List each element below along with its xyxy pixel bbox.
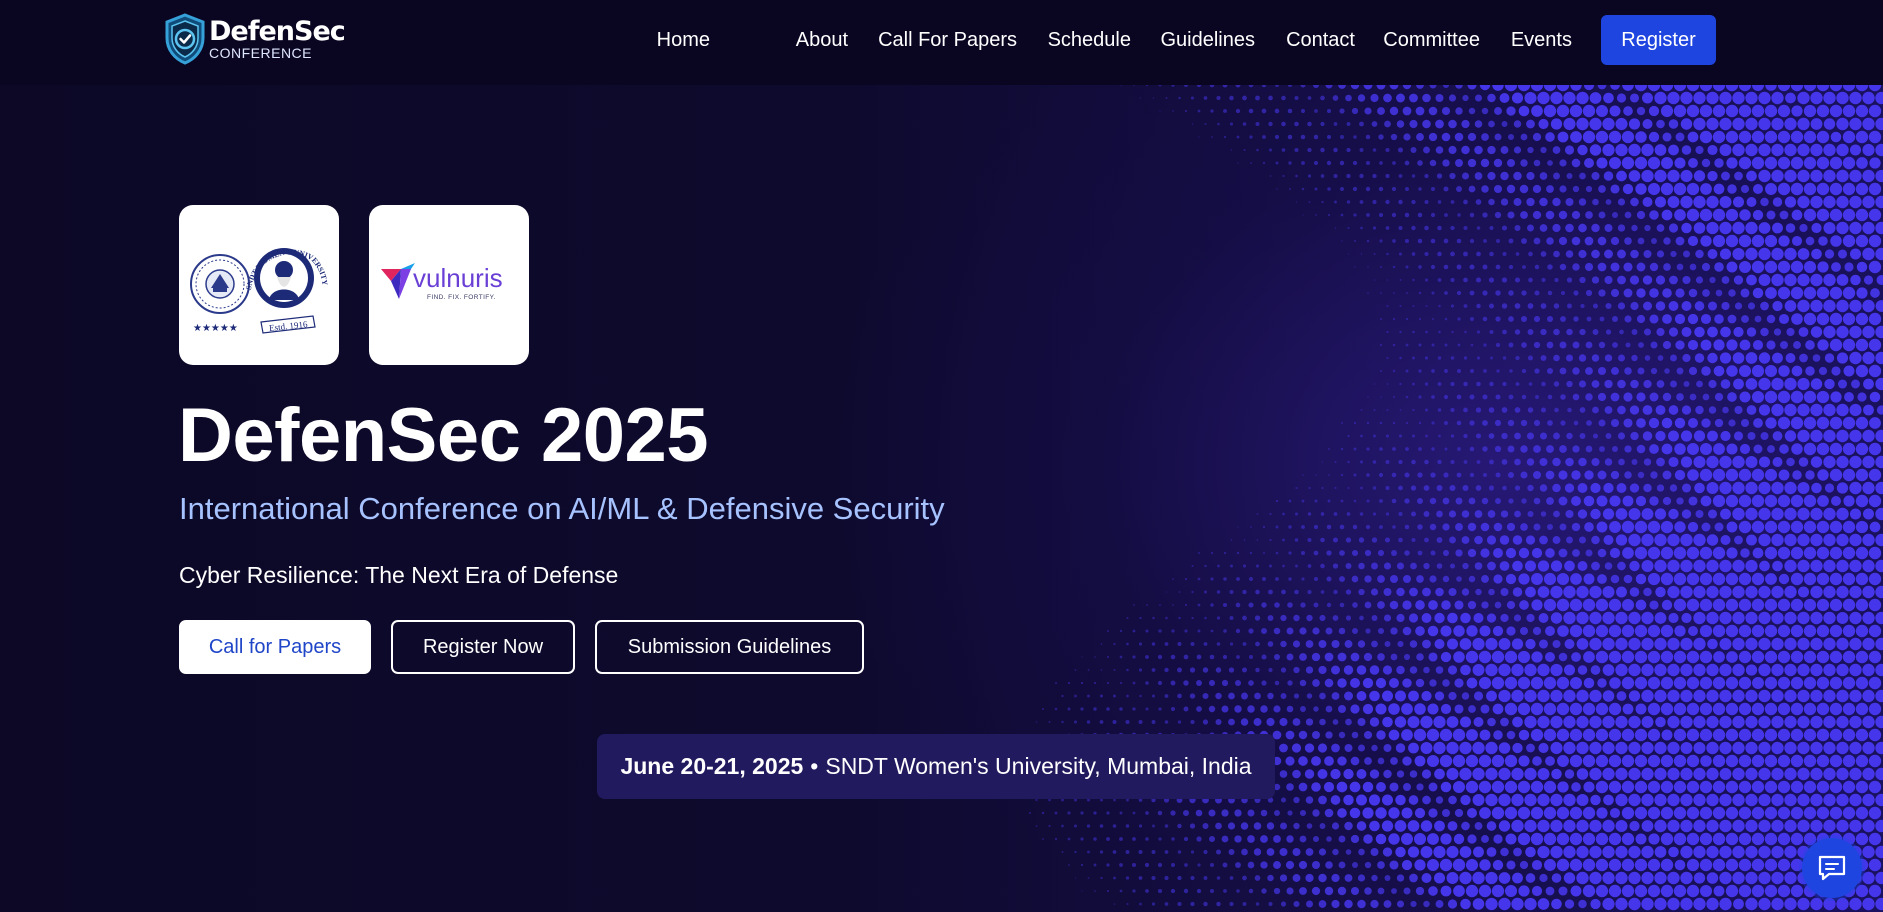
nav-contact[interactable]: Contact [1286, 29, 1355, 52]
vulnuris-emblem: vulnuris FIND. FIX. FORTIFY. [381, 263, 503, 301]
sndt-university-logo: SNDT WOMEN'S UNIVERSITY ★★★★★ Estd. 1916 [179, 205, 339, 365]
vulnuris-name: vulnuris [413, 263, 503, 293]
chat-bubble-icon [1818, 855, 1846, 881]
svg-text:★★★★★: ★★★★★ [193, 323, 238, 334]
register-now-button[interactable]: Register Now [391, 620, 575, 674]
nav-guidelines[interactable]: Guidelines [1160, 29, 1255, 52]
brand-name: DefenSec [209, 16, 346, 47]
shield-check-icon [165, 13, 205, 65]
nav-events[interactable]: Events [1511, 29, 1572, 52]
page-title: DefenSec 2025 [178, 393, 709, 478]
nav-committee[interactable]: Committee [1383, 29, 1480, 52]
vulnuris-logo: vulnuris FIND. FIX. FORTIFY. [369, 205, 529, 365]
vulnuris-tagline: FIND. FIX. FORTIFY. [427, 294, 496, 301]
nav-about[interactable]: About [796, 29, 848, 52]
nav-call-for-papers[interactable]: Call For Papers [878, 29, 1017, 52]
nav-home[interactable]: Home [657, 29, 710, 52]
sndt-emblem: SNDT WOMEN'S UNIVERSITY ★★★★★ Estd. 1916 [190, 247, 329, 334]
nav-schedule[interactable]: Schedule [1048, 29, 1131, 52]
register-button[interactable]: Register [1601, 15, 1716, 65]
brand-subtitle: CONFERENCE [209, 45, 313, 61]
conference-subtitle: International Conference on AI/ML & Defe… [179, 491, 945, 526]
event-date: June 20-21, 2025 [620, 753, 804, 779]
chat-widget-button[interactable] [1802, 838, 1862, 898]
conference-theme: Cyber Resilience: The Next Era of Defens… [179, 562, 619, 588]
submission-guidelines-button[interactable]: Submission Guidelines [595, 620, 864, 674]
brand-logo[interactable]: DefenSec CONFERENCE [163, 8, 346, 70]
event-info-banner: June 20-21, 2025 • SNDT Women's Universi… [597, 734, 1275, 799]
event-venue: SNDT Women's University, Mumbai, India [825, 753, 1252, 779]
info-separator: • [810, 753, 819, 779]
call-for-papers-button[interactable]: Call for Papers [179, 620, 371, 674]
site-header: DefenSec CONFERENCE Home About Call For … [0, 0, 1883, 85]
